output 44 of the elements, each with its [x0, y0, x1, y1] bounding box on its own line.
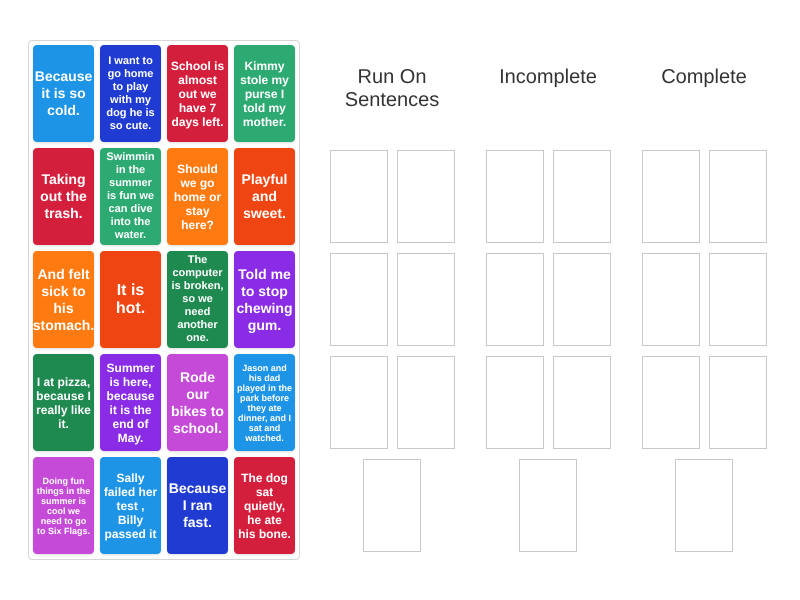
drop-slot[interactable] [552, 356, 610, 449]
word-card[interactable]: Should we go home or stay here? [167, 148, 228, 245]
drop-slot[interactable] [396, 356, 454, 449]
word-card[interactable]: Jason and his dad played in the park before they ate dinner, and I sat and watched. [234, 354, 295, 451]
drop-slot[interactable] [519, 459, 577, 552]
word-card[interactable]: It is hot. [100, 251, 161, 348]
drop-slot[interactable] [708, 150, 766, 243]
drop-slot[interactable] [363, 459, 421, 552]
word-card[interactable]: The dog sat quietly, he ate his bone. [234, 457, 295, 554]
word-card[interactable]: Playful and sweet. [234, 148, 295, 245]
drop-slot[interactable] [552, 150, 610, 243]
drop-slot[interactable] [486, 356, 544, 449]
word-card[interactable]: School is almost out we have 7 days left. [167, 45, 228, 142]
word-card[interactable]: Taking out the trash. [33, 148, 94, 245]
word-card[interactable]: The computer is broken, so we need another one. [167, 251, 228, 348]
category-heading: Run On Sentences [344, 66, 440, 113]
drop-slot[interactable] [396, 253, 454, 346]
word-card[interactable]: Summer is here, because it is the end of May. [100, 354, 161, 451]
word-card[interactable]: Doing fun things in the summer is cool we need to go to Six Flags. [33, 457, 94, 554]
word-card[interactable]: Sally failed her test , Billy passed it [100, 457, 161, 554]
word-card[interactable]: Rode our bikes to school. [167, 354, 228, 451]
category-heading: Complete [661, 66, 747, 90]
drop-slot[interactable] [396, 150, 454, 243]
drop-slot[interactable] [486, 150, 544, 243]
word-card[interactable]: Swimmin in the summer is fun we can dive into the water. [100, 148, 161, 245]
drop-slot[interactable] [330, 356, 388, 449]
word-card[interactable]: I want to go home to play with my dog he is so cute. [100, 45, 161, 142]
drop-slot[interactable] [486, 253, 544, 346]
drop-slot[interactable] [675, 459, 733, 552]
drop-slot[interactable] [708, 356, 766, 449]
drop-slot[interactable] [708, 253, 766, 346]
word-card[interactable]: Because it is so cold. [33, 45, 94, 142]
word-card[interactable]: Kimmy stole my purse I told my mother. [234, 45, 295, 142]
word-card[interactable]: I at pizza, because I really like it. [33, 354, 94, 451]
drop-slot[interactable] [330, 150, 388, 243]
drop-slot[interactable] [330, 253, 388, 346]
drop-slot[interactable] [642, 150, 700, 243]
word-card[interactable]: Told me to stop chewing gum. [234, 251, 295, 348]
drop-slot[interactable] [552, 253, 610, 346]
drop-slot[interactable] [642, 356, 700, 449]
word-card[interactable]: Because I ran fast. [167, 457, 228, 554]
drop-slot[interactable] [642, 253, 700, 346]
word-card[interactable]: And felt sick to his stomach. [33, 251, 94, 348]
category-heading: Incomplete [499, 66, 597, 90]
